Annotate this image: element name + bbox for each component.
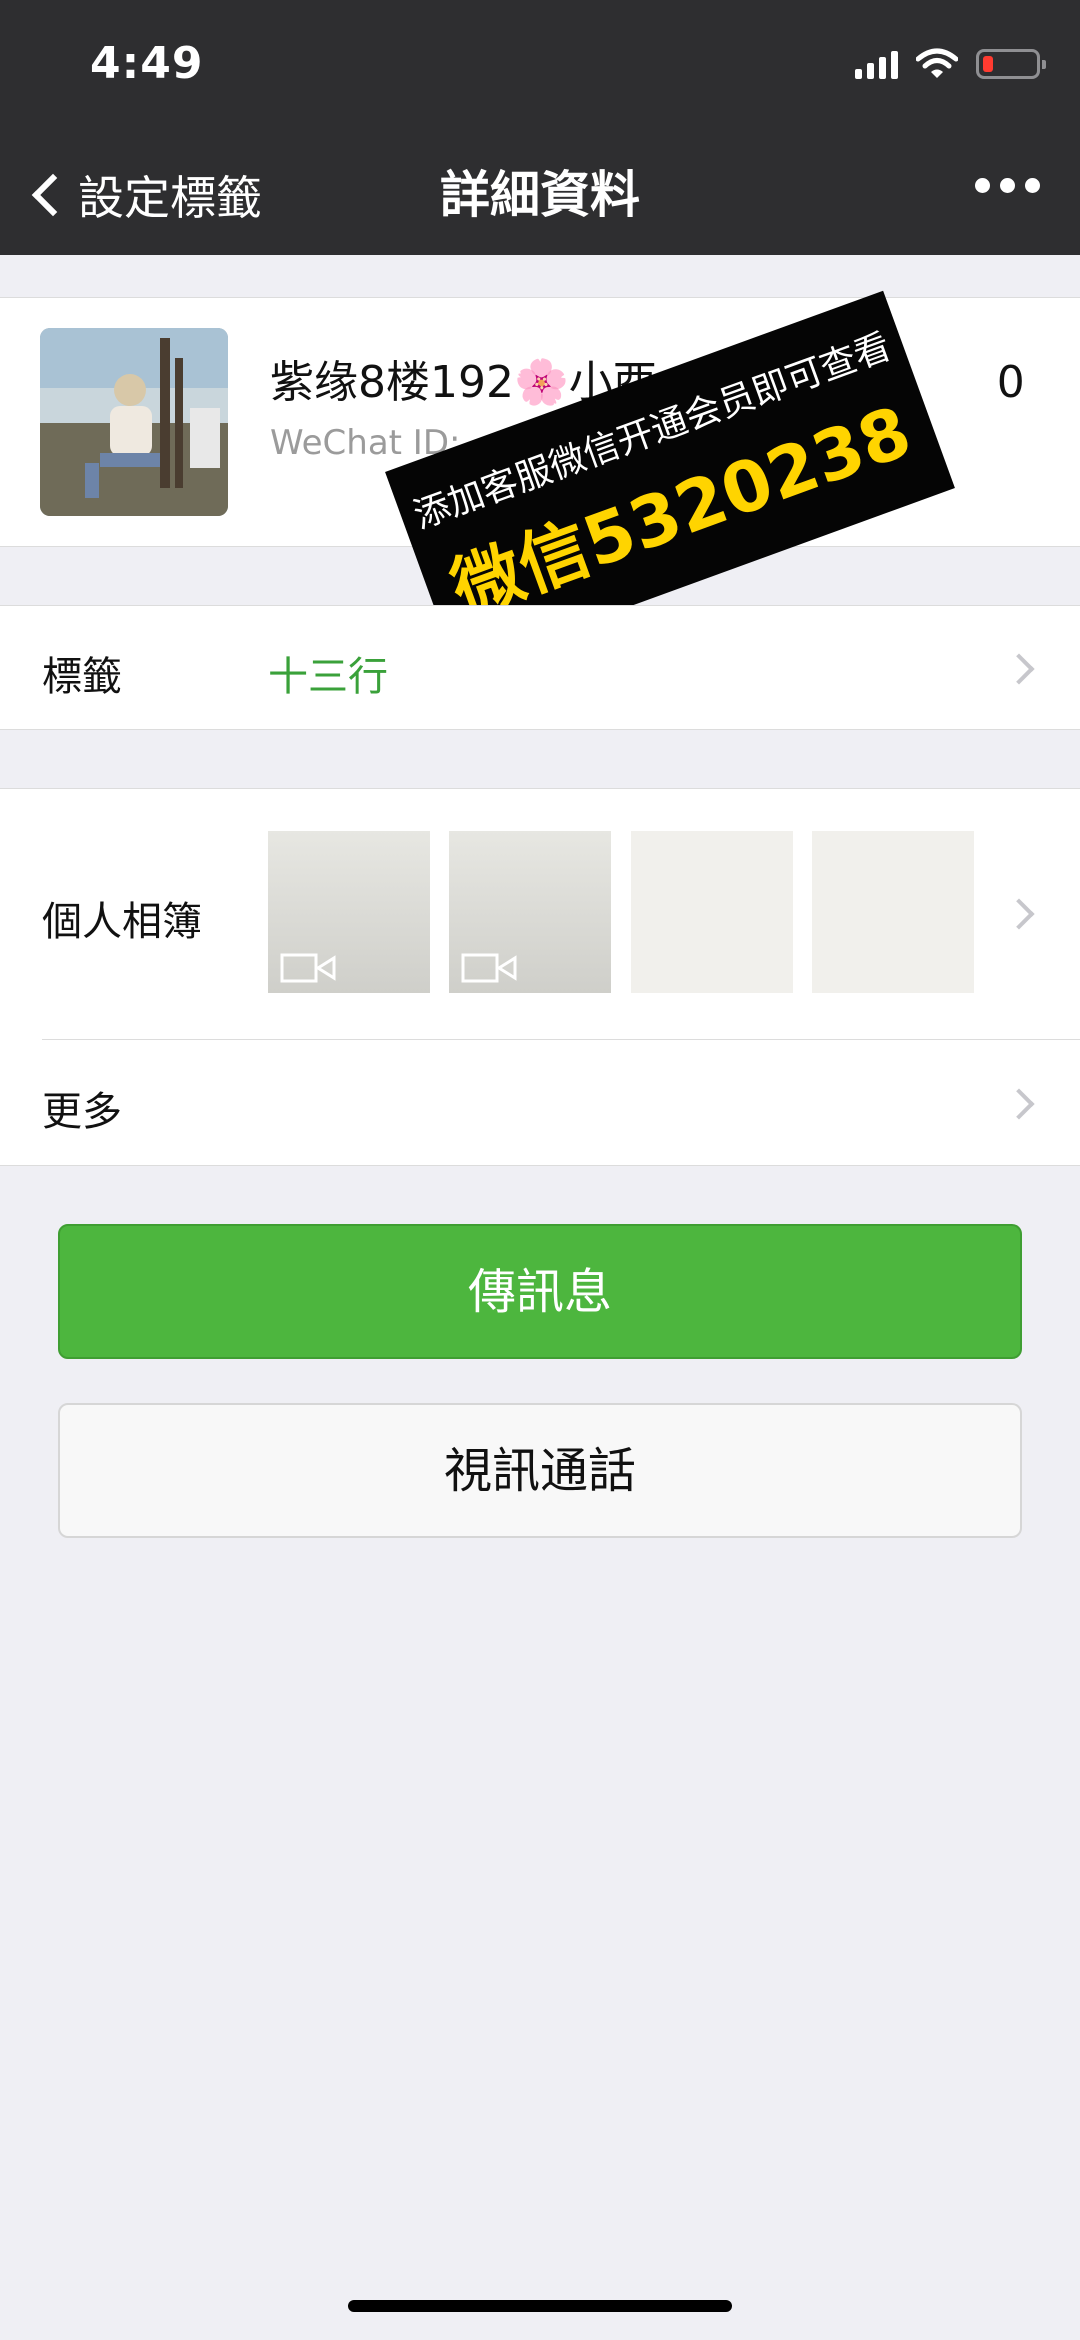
avatar[interactable] [40, 328, 228, 516]
more-icon [975, 178, 990, 193]
tags-label: 標籤 [42, 654, 122, 700]
album-thumbnail[interactable] [812, 831, 974, 993]
more-button[interactable] [975, 178, 1040, 193]
chevron-right-icon [1003, 1088, 1035, 1120]
album-thumbnail[interactable] [268, 831, 430, 993]
signal-icon [855, 49, 898, 79]
album-thumbnail[interactable] [449, 831, 611, 993]
tags-value: 十三行 [268, 654, 388, 700]
home-indicator[interactable] [348, 2300, 732, 2312]
album-group: 個人相簿 更多 [0, 788, 1080, 1166]
album-row[interactable]: 個人相簿 [0, 789, 1080, 1039]
album-thumbnail[interactable] [631, 831, 793, 993]
tags-group: 標籤 十三行 [0, 605, 1080, 730]
video-icon [461, 953, 517, 983]
wifi-icon [916, 48, 958, 78]
video-call-button[interactable]: 視訊通話 [58, 1403, 1022, 1538]
chevron-right-icon [1003, 898, 1035, 930]
wechat-profile-screen: 4:49 設定標籤 詳細資料 紫缘8楼192🌸小酉 0 WeChat ID: 添… [0, 0, 1080, 2340]
top-bar: 4:49 設定標籤 詳細資料 [0, 0, 1080, 255]
chevron-right-icon [1003, 653, 1035, 685]
album-label: 個人相簿 [42, 899, 202, 945]
video-icon [280, 953, 336, 983]
status-icons [855, 44, 1046, 84]
more-row[interactable]: 更多 [0, 1039, 1080, 1165]
tags-row[interactable]: 標籤 十三行 [0, 606, 1080, 731]
battery-icon [976, 49, 1046, 79]
more-label: 更多 [42, 1089, 122, 1135]
send-message-button[interactable]: 傳訊息 [58, 1224, 1022, 1359]
status-time: 4:49 [90, 38, 204, 89]
page-title: 詳細資料 [440, 166, 640, 224]
